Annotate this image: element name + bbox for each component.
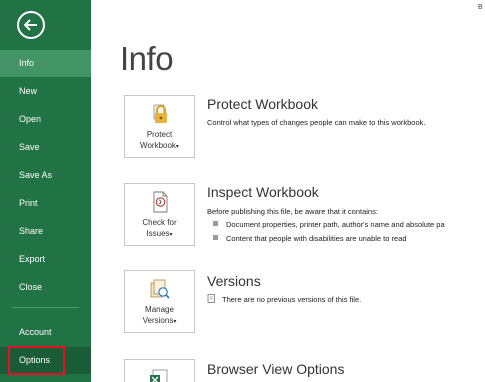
nav-item-save-as[interactable]: Save As: [0, 162, 91, 189]
nav-item-share[interactable]: Share: [0, 218, 91, 245]
inspect-label-text: Issues: [146, 229, 170, 238]
protect-label-text: Workbook: [140, 141, 176, 150]
corner-text: B: [478, 4, 483, 11]
protect-label-line1: Protect: [146, 130, 173, 139]
nav-item-account[interactable]: Account: [0, 319, 91, 346]
versions-label-line2: Versions▾: [125, 315, 194, 328]
dropdown-caret-icon: ▾: [175, 144, 179, 150]
nav-item-label: Close: [19, 282, 43, 292]
bullet-text: Document properties, printer path, autho…: [226, 220, 445, 229]
nav-item-label: Open: [19, 114, 42, 124]
nav-item-open[interactable]: Open: [0, 106, 91, 133]
back-button[interactable]: [17, 11, 45, 39]
dropdown-caret-icon: ▾: [173, 319, 177, 325]
nav-item-label: Info: [19, 58, 35, 68]
nav-item-info[interactable]: Info: [0, 50, 91, 77]
nav-item-new[interactable]: New: [0, 78, 91, 105]
nav-item-label: Share: [19, 226, 44, 236]
inspect-workbook-description: Before publishing this file, be aware th…: [207, 207, 378, 216]
bullet-square-icon: [213, 221, 218, 226]
protect-workbook-description: Control what types of changes people can…: [207, 118, 426, 127]
nav-item-label: Save As: [19, 170, 53, 180]
protect-workbook-button[interactable]: Protect Workbook▾: [124, 95, 195, 158]
versions-description-row: There are no previous versions of this f…: [207, 294, 361, 304]
excel-browser-icon: [150, 369, 168, 382]
inspect-bullet-2: Content that people with disabilities ar…: [213, 234, 407, 243]
versions-title: Versions: [207, 273, 261, 289]
bullet-square-icon: [213, 235, 218, 240]
manage-versions-button[interactable]: Manage Versions▾: [124, 270, 195, 333]
nav-item-close[interactable]: Close: [0, 274, 91, 301]
nav-item-export[interactable]: Export: [0, 246, 91, 273]
inspect-label-line2: Issues▾: [125, 228, 194, 241]
nav-item-label: New: [19, 86, 38, 96]
inspect-document-icon: [153, 191, 168, 213]
versions-label-text: Versions: [142, 316, 174, 325]
back-arrow-icon: [24, 19, 37, 31]
versions-description: There are no previous versions of this f…: [222, 295, 362, 304]
protect-workbook-title: Protect Workbook: [207, 96, 319, 112]
nav-item-label: Export: [19, 254, 46, 264]
check-for-issues-button[interactable]: Check for Issues▾: [124, 183, 195, 246]
bullet-text: Content that people with disabilities ar…: [226, 234, 407, 243]
manage-versions-icon: [150, 279, 170, 299]
inspect-bullet-1: Document properties, printer path, autho…: [213, 220, 445, 229]
inspect-workbook-title: Inspect Workbook: [207, 184, 319, 200]
backstage-sidebar: Info New Open Save Save As Print Share E…: [0, 0, 91, 382]
versions-label-line1: Manage: [145, 305, 174, 314]
inspect-label-line1: Check for: [142, 218, 177, 227]
nav-item-print[interactable]: Print: [0, 190, 91, 217]
nav-item-label: Print: [19, 198, 38, 208]
nav-divider: [12, 307, 79, 308]
nav-item-label: Save: [19, 142, 40, 152]
browser-view-options-button[interactable]: [124, 359, 195, 382]
nav-item-label: Account: [19, 327, 52, 337]
page-title: Info: [120, 40, 174, 77]
protect-label-line2: Workbook▾: [125, 140, 194, 153]
backstage-view: Info New Open Save Save As Print Share E…: [0, 0, 485, 382]
dropdown-caret-icon: ▾: [169, 232, 173, 238]
nav-item-save[interactable]: Save: [0, 134, 91, 161]
version-document-icon: [207, 294, 215, 303]
options-highlight-box: [8, 346, 65, 375]
browser-view-options-title: Browser View Options: [207, 361, 345, 377]
lock-icon: [153, 104, 167, 123]
